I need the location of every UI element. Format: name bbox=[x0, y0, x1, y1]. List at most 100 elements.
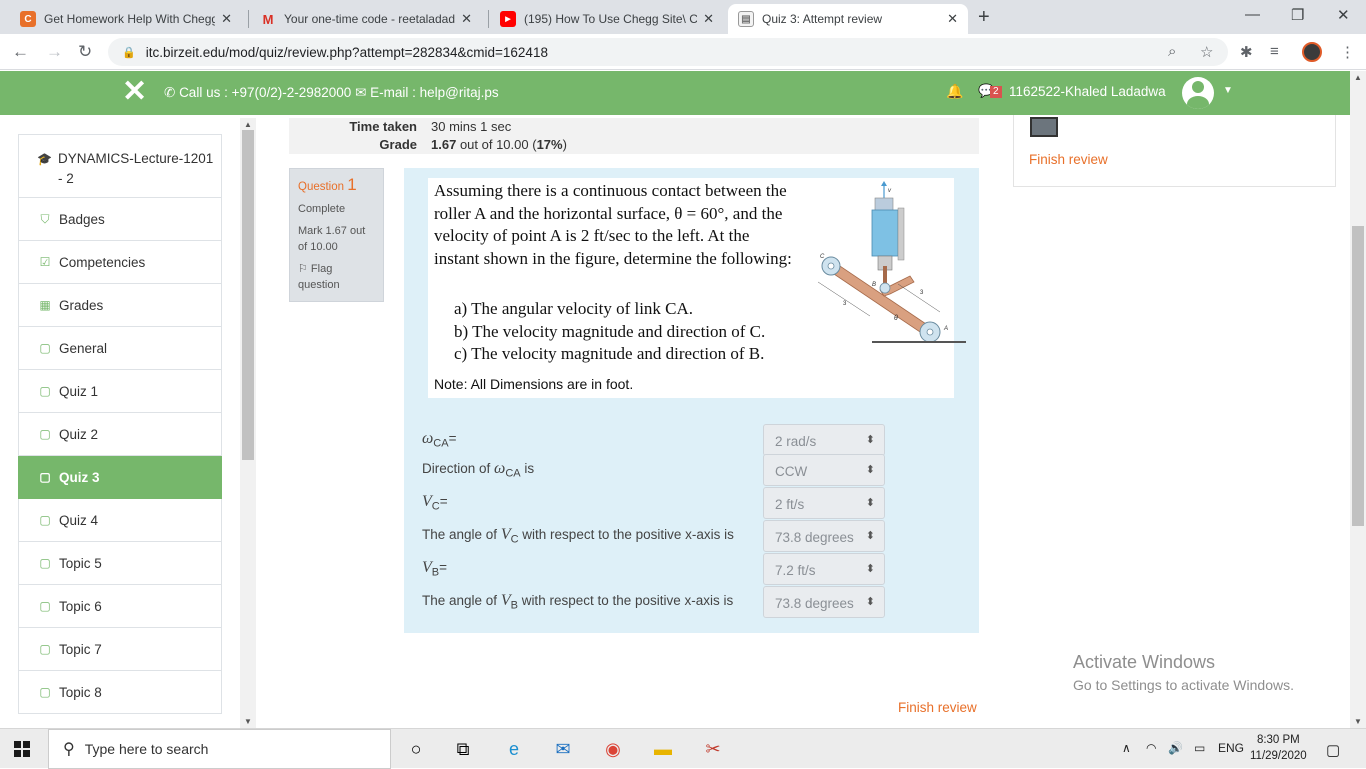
sidebar-item-course[interactable]: 🎓 DYNAMICS-Lecture-1201 - 2 bbox=[18, 134, 222, 198]
figure-dim-ab: 3 bbox=[920, 290, 924, 296]
scrollbar-thumb[interactable] bbox=[1352, 226, 1364, 526]
close-tab-icon[interactable]: ✕ bbox=[703, 11, 714, 27]
vc-select[interactable]: 2 ft/s bbox=[763, 487, 885, 519]
sidebar-item-quiz-4[interactable]: ▢ Quiz 4 bbox=[18, 499, 222, 542]
forward-icon[interactable]: → bbox=[46, 42, 63, 62]
extensions-icon[interactable]: ✱ bbox=[1240, 43, 1253, 61]
language-indicator[interactable]: ENG bbox=[1218, 741, 1244, 755]
question-image: Assuming there is a continuous contact b… bbox=[428, 178, 966, 398]
sidebar-item-quiz-1[interactable]: ▢ Quiz 1 bbox=[18, 370, 222, 413]
edge-icon[interactable]: e bbox=[501, 737, 527, 761]
scroll-down-icon[interactable]: ▼ bbox=[244, 717, 252, 726]
chevron-down-icon[interactable]: ▼ bbox=[1223, 85, 1233, 96]
figure-label-c: C bbox=[820, 254, 825, 260]
close-tab-icon[interactable]: ✕ bbox=[461, 11, 472, 27]
taskbar-clock[interactable]: 8:30 PM 11/29/2020 bbox=[1250, 732, 1307, 764]
mechanism-figure: v C B A 3 3 θ bbox=[817, 181, 966, 343]
snip-tool-icon[interactable]: ✂ bbox=[700, 737, 726, 761]
sidebar-item-quiz-3[interactable]: ▢ Quiz 3 bbox=[18, 456, 222, 499]
flag-question-link[interactable]: ⚐ Flag question bbox=[298, 261, 375, 293]
scrollbar-thumb[interactable] bbox=[242, 130, 254, 460]
sidebar-scrollbar[interactable]: ▲ ▼ bbox=[240, 118, 256, 728]
close-tab-icon[interactable]: ✕ bbox=[947, 11, 958, 27]
folder-icon: ▢ bbox=[39, 556, 51, 570]
task-view-icon[interactable]: ⧉ bbox=[450, 737, 476, 761]
zoom-icon[interactable]: ⌕ bbox=[1168, 43, 1176, 60]
minimize-icon[interactable]: — bbox=[1245, 6, 1260, 23]
bell-icon[interactable]: 🔔 bbox=[946, 83, 963, 100]
sidebar-item-topic-8[interactable]: ▢ Topic 8 bbox=[18, 671, 222, 714]
close-drawer-icon[interactable]: ✕ bbox=[122, 77, 147, 107]
graduation-cap-icon: 🎓 bbox=[37, 152, 52, 166]
close-tab-icon[interactable]: ✕ bbox=[221, 11, 232, 27]
sidebar-item-grades[interactable]: ▦ Grades bbox=[18, 284, 222, 327]
tab-gmail[interactable]: M Your one-time code - reetaladad ✕ bbox=[250, 4, 482, 34]
folder-icon: ▢ bbox=[39, 427, 51, 441]
chrome-icon[interactable]: ◉ bbox=[600, 737, 626, 761]
reload-icon[interactable]: ↻ bbox=[78, 42, 92, 62]
figure-label-b: B bbox=[872, 282, 876, 288]
question-nav-button[interactable] bbox=[1030, 117, 1058, 137]
finish-review-link[interactable]: Finish review bbox=[898, 700, 977, 715]
wifi-icon[interactable]: ◠ bbox=[1146, 741, 1156, 755]
shield-icon: ⛉ bbox=[40, 211, 50, 226]
cortana-icon[interactable]: ○ bbox=[403, 737, 429, 761]
attempt-summary: Time taken 30 mins 1 sec Grade 1.67 out … bbox=[289, 118, 979, 154]
battery-icon[interactable]: ▭ bbox=[1194, 741, 1205, 755]
windows-start-icon[interactable] bbox=[14, 741, 30, 757]
sidebar-item-topic-6[interactable]: ▢ Topic 6 bbox=[18, 585, 222, 628]
profile-avatar[interactable] bbox=[1302, 42, 1322, 62]
new-tab-button[interactable]: + bbox=[978, 6, 990, 29]
tab-quiz-review[interactable]: ▤ Quiz 3: Attempt review ✕ bbox=[728, 4, 968, 34]
notification-icon[interactable]: ▢ bbox=[1326, 741, 1340, 759]
tab-youtube[interactable]: ▶ (195) How To Use Chegg Site\ Ch ✕ bbox=[490, 4, 724, 34]
search-icon: ⚲ bbox=[63, 741, 75, 758]
omega-ca-select[interactable]: 2 rad/s bbox=[763, 424, 885, 456]
vb-angle-select[interactable]: 73.8 degrees bbox=[763, 586, 885, 618]
browser-tab-strip: C Get Homework Help With Chegg ✕ M Your … bbox=[0, 0, 1366, 34]
media-icon[interactable]: ≡ bbox=[1270, 43, 1279, 60]
menu-icon[interactable]: ⋮ bbox=[1340, 43, 1355, 61]
sidebar-item-quiz-2[interactable]: ▢ Quiz 2 bbox=[18, 413, 222, 456]
scroll-down-icon[interactable]: ▼ bbox=[1354, 717, 1362, 726]
user-name[interactable]: 1162522-Khaled Ladadwa bbox=[1009, 84, 1166, 99]
contact-email[interactable]: E-mail : help@ritaj.ps bbox=[370, 85, 499, 100]
tab-chegg[interactable]: C Get Homework Help With Chegg ✕ bbox=[10, 4, 242, 34]
bookmark-star-icon[interactable]: ☆ bbox=[1200, 43, 1213, 61]
figure-label-theta: θ bbox=[894, 315, 898, 322]
restore-icon[interactable]: ❐ bbox=[1291, 6, 1304, 24]
lock-icon: 🔒 bbox=[122, 46, 136, 59]
windows-taskbar: ⚲ Type here to search ○ ⧉ e ✉ ◉ ▬ ✂ ∧ ◠ … bbox=[0, 728, 1366, 769]
vc-angle-select[interactable]: 73.8 degrees bbox=[763, 520, 885, 552]
sidebar-item-competencies[interactable]: ☑ Competencies bbox=[18, 241, 222, 284]
question-content: Assuming there is a continuous contact b… bbox=[404, 168, 979, 633]
question-number: Question 1 bbox=[298, 175, 357, 194]
user-avatar[interactable] bbox=[1182, 77, 1214, 109]
scroll-up-icon[interactable]: ▲ bbox=[1354, 73, 1362, 82]
sidebar-item-general[interactable]: ▢ General bbox=[18, 327, 222, 370]
scroll-up-icon[interactable]: ▲ bbox=[244, 120, 252, 129]
sidebar-item-badges[interactable]: ⛉ Badges bbox=[18, 198, 222, 241]
answer-row-omega-direction: Direction of ωCA is CCW bbox=[422, 454, 967, 486]
address-bar[interactable]: 🔒 itc.birzeit.edu/mod/quiz/review.php?at… bbox=[108, 38, 1228, 66]
folder-icon: ▢ bbox=[39, 685, 51, 699]
answer-row-vc: VC= 2 ft/s bbox=[422, 487, 967, 519]
finish-review-link-side[interactable]: Finish review bbox=[1029, 152, 1108, 167]
chegg-icon: C bbox=[20, 11, 36, 27]
omega-direction-select[interactable]: CCW bbox=[763, 454, 885, 486]
window-close-icon[interactable]: ✕ bbox=[1337, 6, 1350, 24]
sidebar-item-topic-7[interactable]: ▢ Topic 7 bbox=[18, 628, 222, 671]
mail-icon[interactable]: ✉ bbox=[550, 737, 576, 761]
back-icon[interactable]: ← bbox=[12, 42, 29, 62]
activate-windows-watermark: Activate Windows Go to Settings to activ… bbox=[1073, 652, 1294, 693]
quiz-navigation-block: Finish review bbox=[1013, 115, 1336, 187]
folder-icon: ▢ bbox=[39, 599, 51, 613]
youtube-icon: ▶ bbox=[500, 11, 516, 27]
page-scrollbar[interactable]: ▲ ▼ bbox=[1350, 71, 1366, 728]
volume-icon[interactable]: 🔊 bbox=[1168, 741, 1183, 755]
tray-chevron-icon[interactable]: ∧ bbox=[1122, 741, 1131, 755]
vb-select[interactable]: 7.2 ft/s bbox=[763, 553, 885, 585]
taskbar-search[interactable]: ⚲ Type here to search bbox=[48, 729, 391, 769]
file-explorer-icon[interactable]: ▬ bbox=[650, 737, 676, 761]
sidebar-item-topic-5[interactable]: ▢ Topic 5 bbox=[18, 542, 222, 585]
